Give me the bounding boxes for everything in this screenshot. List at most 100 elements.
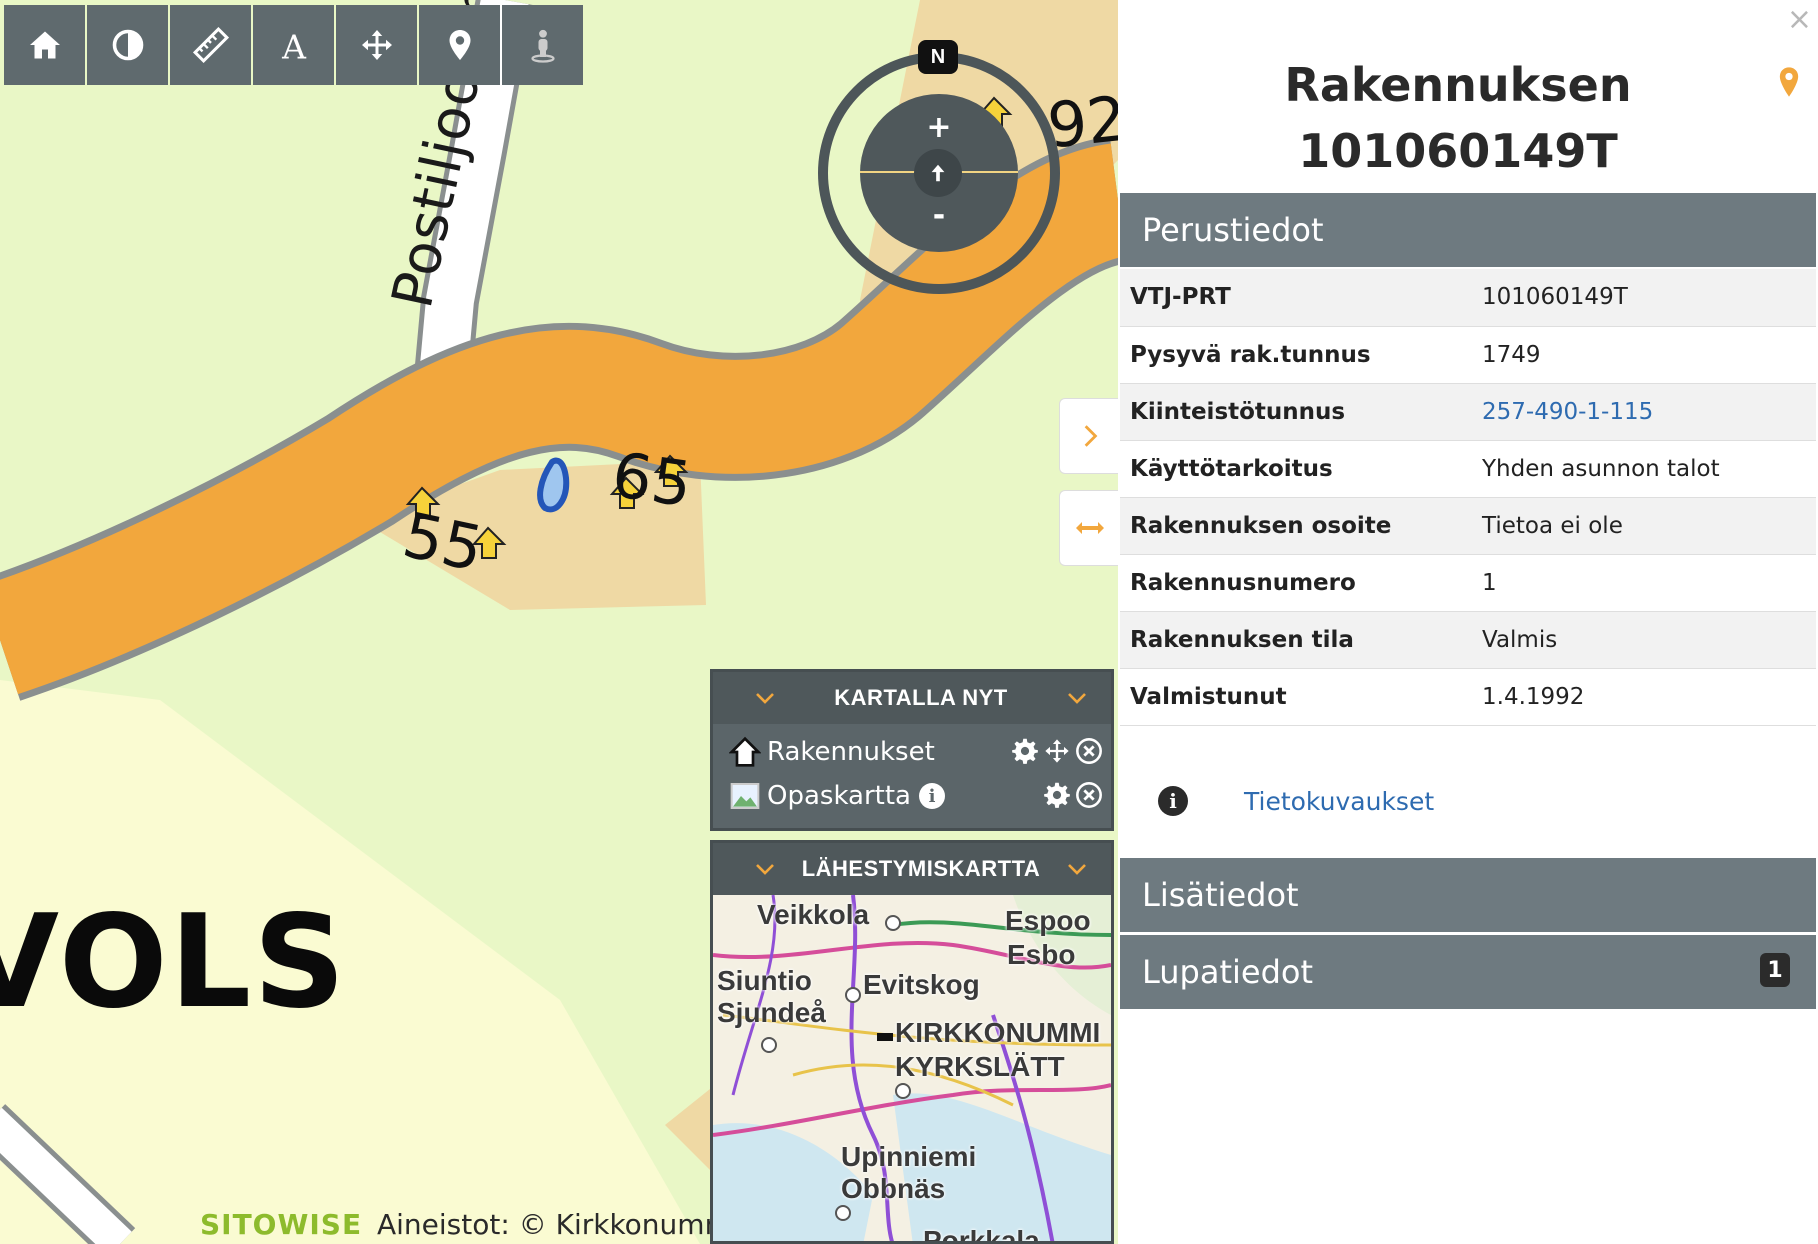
zoom-out-button[interactable]: - xyxy=(924,198,954,234)
layers-panel-header[interactable]: KARTALLA NYT xyxy=(713,672,1111,724)
contrast-icon xyxy=(112,29,143,61)
zoom-in-button[interactable]: + xyxy=(924,110,954,146)
table-row: Rakennusnumero 1 xyxy=(1120,554,1816,612)
contrast-button[interactable] xyxy=(87,5,168,85)
building-info-panel: × Rakennuksen 101060149T tiedot Perustie… xyxy=(1118,0,1818,1244)
table-row: Rakennuksen tila Valmis xyxy=(1120,611,1816,669)
property-key: VTJ-PRT xyxy=(1120,269,1472,327)
property-value: 1 xyxy=(1472,554,1816,612)
overview-map-panel: LÄHESTYMISKARTTA Veikkola Espoo Esbo Siu… xyxy=(710,840,1114,1244)
street-view-button[interactable] xyxy=(502,5,583,85)
close-circle-icon[interactable] xyxy=(1075,737,1103,765)
property-key: Käyttötarkoitus xyxy=(1120,440,1472,498)
property-key: Valmistunut xyxy=(1120,668,1472,726)
overview-place-label: Evitskog xyxy=(863,969,980,1000)
section-header-lisatiedot[interactable]: Lisätiedot xyxy=(1120,858,1816,932)
chevron-down-icon[interactable] xyxy=(1065,686,1089,710)
overview-place-label: Upinniemi xyxy=(841,1141,977,1172)
chevron-right-icon xyxy=(1084,425,1097,447)
map-attribution: SITOWISE Aineistot: © Kirkkonummen xyxy=(200,1208,767,1241)
layer-tools xyxy=(1043,781,1103,809)
layer-name: Opaskartta xyxy=(767,781,911,811)
location-pin-icon xyxy=(449,30,470,60)
overview-place-label: Veikkola xyxy=(757,899,870,930)
section-title: Perustiedot xyxy=(1142,211,1324,249)
info-icon[interactable]: i xyxy=(919,783,945,809)
overview-place-label: KIRKKONUMMI xyxy=(895,1017,1101,1048)
move-icon xyxy=(361,30,392,60)
layer-tools xyxy=(1011,737,1103,765)
table-row: Pysyvä rak.tunnus 1749 xyxy=(1120,326,1816,384)
location-button[interactable] xyxy=(419,5,500,85)
home-icon xyxy=(29,31,60,59)
overview-place-label: Obbnäs xyxy=(841,1173,946,1204)
count-badge: 1 xyxy=(1760,953,1790,987)
measure-button[interactable] xyxy=(170,5,251,85)
close-circle-icon[interactable] xyxy=(1075,781,1103,809)
attribution-text: Aineistot: © Kirkkonummen xyxy=(377,1208,767,1241)
overview-place-label: Sjundeå xyxy=(717,997,826,1028)
address-number-label: 65 xyxy=(607,438,697,522)
pan-button[interactable] xyxy=(336,5,417,85)
property-key: Pysyvä rak.tunnus xyxy=(1120,326,1472,384)
table-row: Valmistunut 1.4.1992 xyxy=(1120,668,1816,726)
close-button[interactable]: × xyxy=(1787,2,1812,37)
chevron-down-icon[interactable] xyxy=(1065,857,1089,881)
layer-item-rakennukset[interactable]: Rakennukset xyxy=(713,730,1111,774)
area-label: VOLS xyxy=(0,888,348,1037)
map-image-icon xyxy=(730,783,760,809)
brand-logo: SITOWISE xyxy=(200,1208,363,1241)
building-icon xyxy=(729,736,761,767)
svg-text:A: A xyxy=(281,28,307,64)
overview-panel-header[interactable]: LÄHESTYMISKARTTA xyxy=(713,843,1111,895)
table-row: Rakennuksen osoite Tietoa ei ole xyxy=(1120,497,1816,555)
property-value: Valmis xyxy=(1472,611,1816,669)
chevron-down-icon[interactable] xyxy=(753,686,777,710)
data-description-row: i Tietokuvaukset xyxy=(1158,786,1434,816)
table-row: Käyttötarkoitus Yhden asunnon talot xyxy=(1120,440,1816,498)
overview-place-label: Espoo xyxy=(1005,905,1091,936)
home-button[interactable] xyxy=(4,5,85,85)
section-header-perustiedot[interactable]: Perustiedot xyxy=(1120,193,1816,267)
ruler-icon xyxy=(192,27,229,63)
table-row: Kiinteistötunnus 257-490-1-115 xyxy=(1120,383,1816,441)
reset-rotation-button[interactable] xyxy=(914,149,962,197)
map-layers-panel: KARTALLA NYT Rakennukset Opaskartta i xyxy=(710,669,1114,831)
street-view-icon xyxy=(530,29,555,63)
overview-place-label: Siuntio xyxy=(717,965,812,996)
double-arrow-horizontal-icon xyxy=(1075,522,1104,534)
property-key: Rakennusnumero xyxy=(1120,554,1472,612)
property-value: Yhden asunnon talot xyxy=(1472,440,1816,498)
property-key: Kiinteistötunnus xyxy=(1120,383,1472,441)
expand-panel-button[interactable] xyxy=(1059,398,1119,474)
resize-panel-button[interactable] xyxy=(1059,490,1119,566)
gear-icon[interactable] xyxy=(1011,737,1039,765)
property-link[interactable]: 257-490-1-115 xyxy=(1472,383,1816,441)
data-description-link[interactable]: Tietokuvaukset xyxy=(1244,787,1434,816)
gear-icon[interactable] xyxy=(1043,781,1071,809)
overview-map[interactable]: Veikkola Espoo Esbo Siuntio Sjundeå Evit… xyxy=(713,895,1111,1244)
chevron-down-icon[interactable] xyxy=(753,857,777,881)
north-indicator[interactable]: N xyxy=(918,40,958,74)
arrow-up-icon xyxy=(931,164,945,182)
section-header-lupatiedot[interactable]: Lupatiedot 1 xyxy=(1120,935,1816,1009)
text-button[interactable]: A xyxy=(253,5,334,85)
property-key: Rakennuksen osoite xyxy=(1120,497,1472,555)
panel-title-line: Rakennuksen 101060149T xyxy=(1284,58,1632,178)
section-title: Lisätiedot xyxy=(1142,876,1299,914)
location-pin-icon[interactable] xyxy=(1778,66,1800,98)
move-icon[interactable] xyxy=(1043,737,1071,765)
layer-name: Rakennukset xyxy=(767,737,935,767)
property-value: 101060149T xyxy=(1472,269,1816,327)
overview-panel-title: LÄHESTYMISKARTTA xyxy=(801,856,1041,881)
table-row: VTJ-PRT 101060149T xyxy=(1120,269,1816,327)
property-key: Rakennuksen tila xyxy=(1120,611,1472,669)
compass-control: N + - xyxy=(818,40,1060,294)
property-value: Tietoa ei ole xyxy=(1472,497,1816,555)
layers-panel-title: KARTALLA NYT xyxy=(834,685,1008,710)
property-value: 1.4.1992 xyxy=(1472,668,1816,726)
layer-item-opaskartta[interactable]: Opaskartta i xyxy=(713,774,1111,818)
info-icon: i xyxy=(1158,786,1188,816)
overview-place-label: Porkkala xyxy=(923,1225,1040,1244)
properties-table: VTJ-PRT 101060149T Pysyvä rak.tunnus 1749 … xyxy=(1120,269,1816,726)
